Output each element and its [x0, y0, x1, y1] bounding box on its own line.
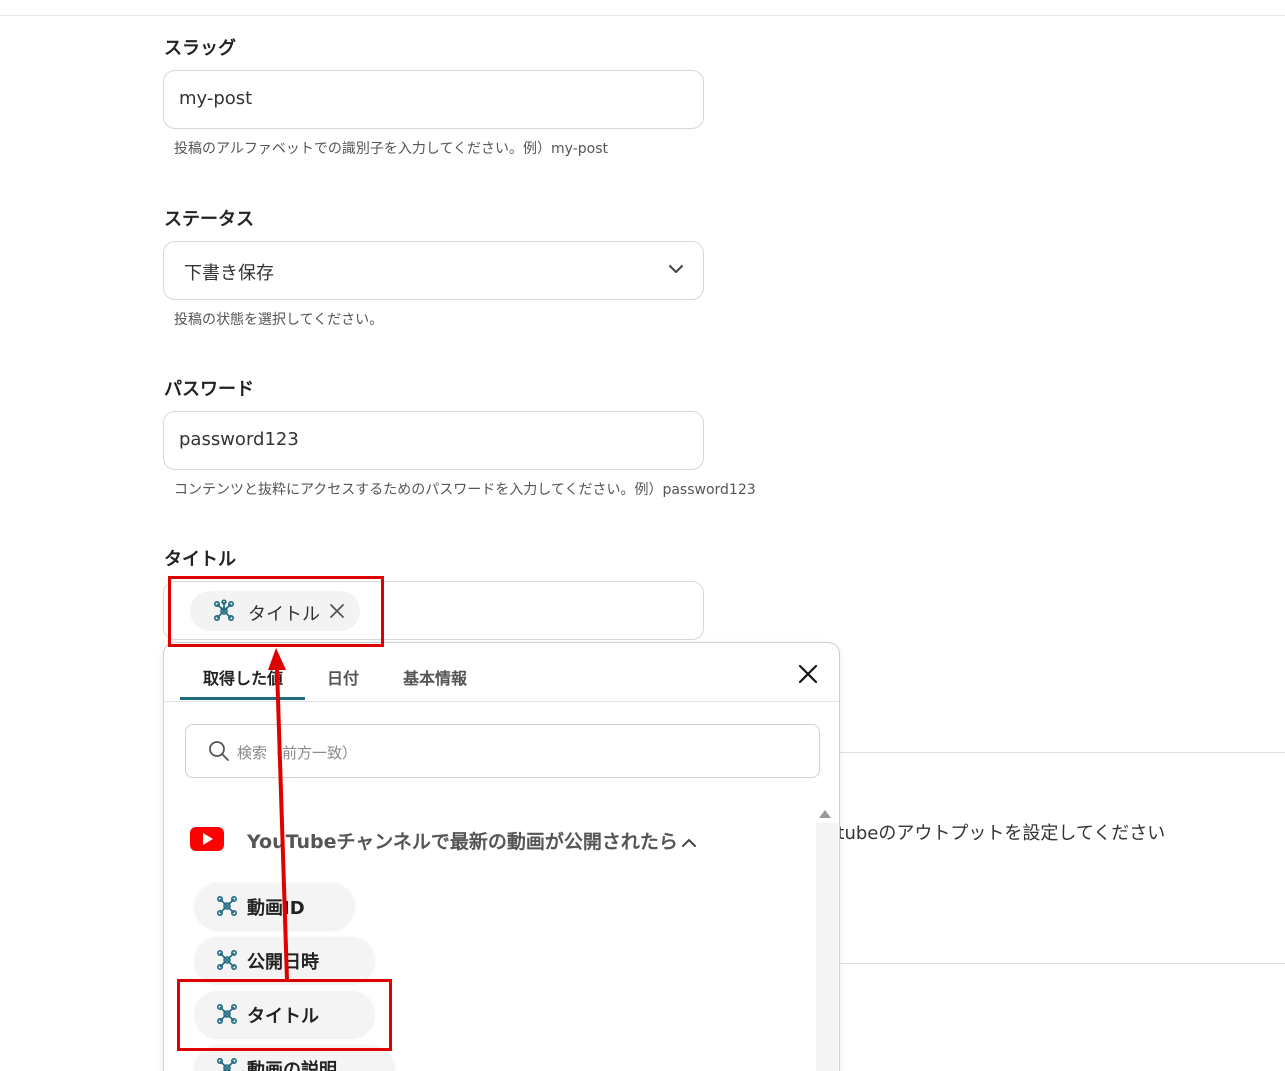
annotation-arrow	[268, 648, 289, 981]
